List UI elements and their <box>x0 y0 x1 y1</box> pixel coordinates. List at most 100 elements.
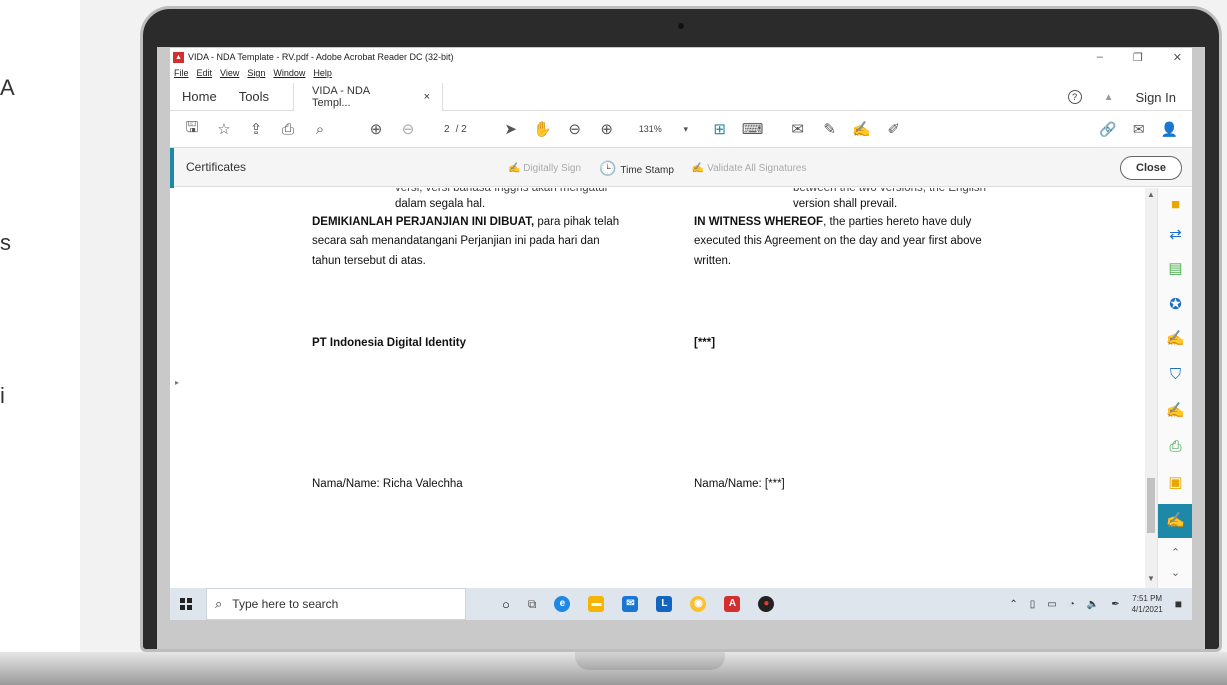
left-party-name: PT Indonesia Digital Identity <box>312 337 466 349</box>
laptop-notch <box>575 652 725 670</box>
zoom-dropdown-icon[interactable]: ▾ <box>676 124 696 135</box>
window-controls: – ❐ ✕ <box>1097 48 1182 66</box>
left-paragraph-line2: DEMIKIANLAH PERJANJIAN INI DIBUAT, para … <box>312 213 619 231</box>
bookmark-star-icon[interactable]: ☆ <box>214 120 234 138</box>
page-down-icon[interactable]: ⊖ <box>398 120 418 138</box>
select-arrow-icon[interactable]: ➤ <box>501 120 521 138</box>
zoom-level-select[interactable]: 131% <box>639 124 662 134</box>
restore-button[interactable]: ❐ <box>1133 51 1143 64</box>
taskbar-search-box[interactable]: ⌕ Type here to search <box>206 588 466 620</box>
tray-pen-icon[interactable]: ✒ <box>1111 599 1119 610</box>
document-viewport[interactable]: ▸ versi, versi bahasa Inggris akan menga… <box>170 188 1145 588</box>
print-production-icon[interactable]: ⎙ <box>1158 436 1192 458</box>
protect-shield-icon[interactable]: ⛉ <box>1158 364 1192 386</box>
zoom-in-icon[interactable]: ⊕ <box>597 120 617 138</box>
menu-file[interactable]: File <box>174 68 189 78</box>
panel-collapse-down-icon[interactable]: ⌄ <box>1158 562 1192 584</box>
organize-pages-icon[interactable]: ▤ <box>1158 258 1192 280</box>
scroll-down-icon[interactable]: ▼ <box>1147 574 1155 583</box>
validate-icon: ✍ <box>691 162 708 174</box>
sign-pen-icon[interactable]: ✍ <box>852 120 872 138</box>
time-stamp-button[interactable]: 🕒 Time Stamp <box>599 160 674 177</box>
cortana-circle-icon[interactable]: ○ <box>502 597 510 612</box>
digital-sign-icon: ✍ <box>508 162 524 174</box>
edge-browser-icon[interactable]: e <box>554 596 571 612</box>
close-certificates-button[interactable]: Close <box>1120 156 1182 180</box>
certificates-title: Certificates <box>186 160 247 174</box>
panel-collapse-up-icon[interactable]: ⌃ <box>1158 542 1192 564</box>
tray-volume-icon[interactable]: 🔈 <box>1087 599 1099 610</box>
menu-sign[interactable]: Sign <box>247 68 265 78</box>
tab-home[interactable]: Home <box>182 89 217 104</box>
taskbar-apps: ○ ⧉ e ▬ ✉ L ◉ A ● <box>502 596 775 612</box>
tray-battery-icon[interactable]: ▭ <box>1047 599 1056 610</box>
fill-sign-icon[interactable]: ✐ <box>884 120 904 138</box>
add-user-icon[interactable]: 👤 <box>1161 121 1178 138</box>
vertical-scrollbar[interactable]: ▲ ▼ <box>1145 188 1157 588</box>
mail-icon[interactable]: ✉ <box>622 596 639 612</box>
menu-help[interactable]: Help <box>313 68 332 78</box>
comment-icon[interactable]: ✉ <box>788 120 808 138</box>
search-icon: ⌕ <box>215 596 223 611</box>
certificates-accent <box>170 148 174 188</box>
share-link-icon[interactable]: 🔗 <box>1099 121 1116 138</box>
comment-tool-icon[interactable]: ■ <box>1158 194 1192 216</box>
lync-app-icon[interactable]: L <box>656 596 673 612</box>
digitally-sign-button[interactable]: ✍ Digitally Sign <box>508 163 581 174</box>
highlight-pen-icon[interactable]: ✎ <box>820 120 840 138</box>
acrobat-taskbar-icon[interactable]: A <box>724 596 741 612</box>
chrome-browser-icon[interactable]: ◉ <box>690 596 707 612</box>
fit-page-icon[interactable]: ⊞ <box>710 120 730 138</box>
right-paragraph-line4: written. <box>694 255 732 267</box>
scroll-thumb[interactable] <box>1147 478 1155 533</box>
upload-cloud-icon[interactable]: ⇪ <box>246 120 266 138</box>
email-icon[interactable]: ✉ <box>1133 121 1145 138</box>
windows-start-icon[interactable] <box>180 598 192 610</box>
minimize-button[interactable]: – <box>1097 51 1103 63</box>
tab-tools[interactable]: Tools <box>239 89 269 104</box>
create-pdf-icon[interactable]: ▣ <box>1158 472 1192 494</box>
side-letter-s: s <box>0 230 11 255</box>
tab-bar: Home Tools VIDA - NDA Templ... × ? ▲ Sig… <box>170 82 1192 111</box>
right-party-name: [***] <box>694 337 716 349</box>
tray-chevron-icon[interactable]: ⌃ <box>1009 599 1017 610</box>
send-for-signature-icon[interactable]: ✍ <box>1158 400 1192 422</box>
scroll-mode-icon[interactable]: ⌨ <box>742 120 764 138</box>
page-up-icon[interactable]: ⊕ <box>366 120 386 138</box>
help-icon[interactable]: ? <box>1067 90 1082 104</box>
record-app-icon[interactable]: ● <box>758 596 775 612</box>
page-left-strip: A s i <box>0 0 80 685</box>
menu-edit[interactable]: Edit <box>197 68 213 78</box>
notification-bell-icon[interactable]: ▲ <box>1104 92 1114 103</box>
fill-sign-tool-icon[interactable]: ✍ <box>1158 328 1192 350</box>
left-paragraph-line4: tahun tersebut di atas. <box>312 255 426 267</box>
zoom-search-icon[interactable]: ⌕ <box>310 121 330 138</box>
zoom-out-icon[interactable]: ⊖ <box>565 120 585 138</box>
page-number-input[interactable]: 2 <box>444 124 450 135</box>
tab-document[interactable]: VIDA - NDA Templ... × <box>293 82 444 111</box>
tray-wifi-icon[interactable]: ◔ <box>1069 599 1075 610</box>
close-window-button[interactable]: ✕ <box>1173 51 1182 64</box>
certificates-tool-icon[interactable]: ✍ <box>1158 504 1192 538</box>
edit-pdf-icon[interactable]: ✪ <box>1158 294 1192 316</box>
notification-center-icon[interactable]: ■ <box>1175 597 1182 611</box>
certificates-actions: ✍ Digitally Sign 🕒 Time Stamp ✍ Validate… <box>508 148 806 188</box>
menu-view[interactable]: View <box>220 68 239 78</box>
menu-window[interactable]: Window <box>273 68 305 78</box>
task-view-icon[interactable]: ⧉ <box>528 597 537 612</box>
save-icon[interactable]: 🖫 <box>182 117 202 142</box>
sign-in-button[interactable]: Sign In <box>1136 90 1176 105</box>
window-titlebar: ▲ VIDA - NDA Template - RV.pdf - Adobe A… <box>170 48 1192 66</box>
side-letter-a: A <box>0 75 15 100</box>
tray-tablet-icon[interactable]: ▯ <box>1030 599 1036 610</box>
scroll-up-icon[interactable]: ▲ <box>1147 190 1155 199</box>
taskbar-clock[interactable]: 7:51 PM 4/1/2021 <box>1132 593 1163 615</box>
export-pdf-icon[interactable]: ⇄ <box>1158 224 1192 246</box>
hand-tool-icon[interactable]: ✋ <box>533 120 553 138</box>
file-explorer-icon[interactable]: ▬ <box>588 596 605 612</box>
tab-close-icon[interactable]: × <box>424 91 430 103</box>
time-stamp-label: Time Stamp <box>620 164 674 176</box>
print-icon[interactable]: ⎙ <box>278 121 298 138</box>
right-signatory-name: Nama/Name: [***] <box>694 478 785 490</box>
validate-signatures-button[interactable]: ✍ Validate All Signatures <box>692 163 807 174</box>
